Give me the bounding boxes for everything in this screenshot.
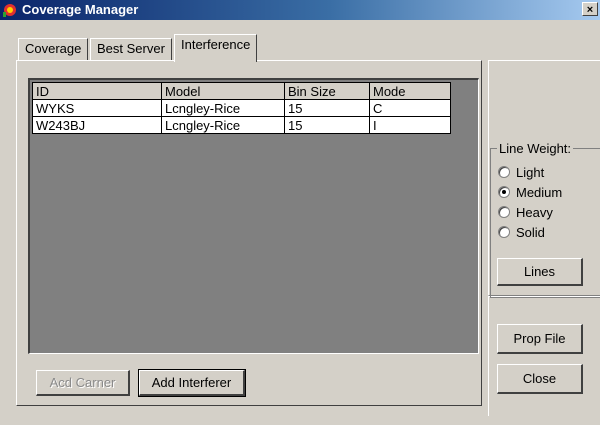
title-bar[interactable]: Coverage Manager × — [0, 0, 600, 20]
close-window-button[interactable]: × — [582, 2, 598, 16]
add-carrier-button[interactable]: Acd Carner — [36, 370, 130, 396]
column-header-model[interactable]: Model — [161, 82, 285, 100]
column-header-mode[interactable]: Mode — [369, 82, 451, 100]
tab-interference[interactable]: Interference — [174, 34, 258, 62]
tab-coverage[interactable]: Coverage — [18, 38, 89, 60]
cell-model: Lcngley-Rice — [161, 99, 285, 117]
radio-solid[interactable]: Solid — [498, 224, 545, 242]
prop-file-button[interactable]: Prop File — [497, 324, 583, 354]
actions-panel — [488, 296, 600, 416]
radio-heavy-label: Heavy — [516, 205, 553, 220]
cell-bin-size: 15 — [284, 116, 370, 134]
lines-button[interactable]: Lines — [497, 258, 583, 286]
line-weight-label: Line Weight: — [497, 141, 574, 156]
table-row[interactable]: W243BJ Lcngley-Rice 15 I — [32, 116, 451, 134]
radio-heavy-indicator — [498, 206, 510, 218]
cell-bin-size: 15 — [284, 99, 370, 117]
radio-medium-label: Medium — [516, 185, 563, 200]
radio-solid-label: Solid — [516, 225, 545, 240]
cell-id: WYKS — [32, 99, 162, 117]
table-header-row: ID Model Bin Size Mode — [32, 82, 451, 100]
radio-solid-indicator — [498, 226, 510, 238]
cell-mode: I — [369, 116, 451, 134]
app-icon — [3, 4, 16, 17]
close-button[interactable]: Close — [497, 364, 583, 394]
radio-medium[interactable]: Medium — [498, 184, 562, 202]
column-header-id[interactable]: ID — [32, 82, 162, 100]
cell-id: W243BJ — [32, 116, 162, 134]
coverage-manager-window: Coverage Manager × Coverage Best Server … — [0, 0, 600, 425]
cell-model: Lcngley-Rice — [161, 116, 285, 134]
radio-light-indicator — [498, 166, 510, 178]
station-table: ID Model Bin Size Mode WYKS Lcngley-Rice… — [32, 82, 451, 134]
add-interferer-button[interactable]: Add Interferer — [138, 369, 246, 397]
radio-light[interactable]: Light — [498, 164, 544, 182]
tab-best-server[interactable]: Best Server — [90, 38, 172, 60]
table-row[interactable]: WYKS Lcngley-Rice 15 C — [32, 99, 451, 117]
column-header-bin-size[interactable]: Bin Size — [284, 82, 370, 100]
radio-heavy[interactable]: Heavy — [498, 204, 553, 222]
window-title: Coverage Manager — [22, 2, 139, 17]
cell-mode: C — [369, 99, 451, 117]
radio-medium-indicator — [498, 186, 510, 198]
add-interferer-label: Add Interferer — [151, 375, 232, 390]
radio-light-label: Light — [516, 165, 545, 180]
station-grid[interactable]: ID Model Bin Size Mode WYKS Lcngley-Rice… — [28, 78, 479, 354]
